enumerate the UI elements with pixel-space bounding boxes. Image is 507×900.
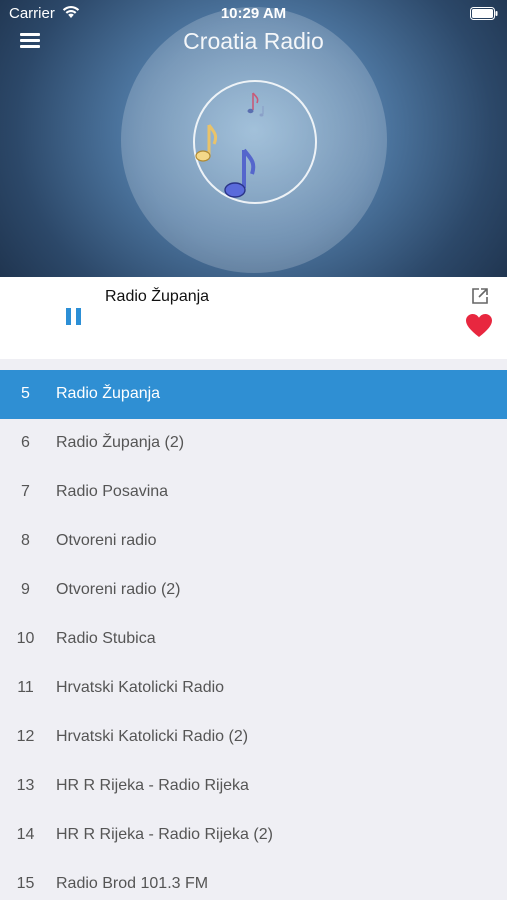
now-playing-panel: Radio Županja — [0, 277, 507, 359]
station-row[interactable]: 14 HR R Rijeka - Radio Rijeka (2) — [0, 811, 507, 860]
pause-button[interactable] — [63, 306, 85, 328]
music-note-icon — [195, 124, 218, 162]
station-row[interactable]: 9 Otvoreni radio (2) — [0, 566, 507, 615]
station-row[interactable]: 11 Hrvatski Katolicki Radio — [0, 664, 507, 713]
music-note-icon — [224, 148, 256, 198]
station-name: Hrvatski Katolicki Radio — [56, 679, 225, 696]
station-number: 11 — [17, 679, 34, 696]
station-number: 15 — [16, 875, 35, 892]
station-list: 5 Radio Županja 6 Radio Županja (2) 7 Radio P… — [0, 370, 507, 900]
app-title: Croatia Radio — [183, 28, 324, 54]
station-name: Otvoreni radio — [56, 532, 157, 549]
station-number: 5 — [21, 385, 30, 402]
share-icon[interactable] — [471, 287, 489, 305]
battery-icon — [470, 7, 498, 20]
app-screen: Carrier 10:29 AM Croatia Radio — [0, 0, 507, 900]
station-name: Radio Županja — [56, 385, 161, 402]
station-number: 9 — [21, 581, 30, 598]
station-row[interactable]: 13 HR R Rijeka - Radio Rijeka — [0, 762, 507, 811]
favorite-heart-icon[interactable] — [466, 314, 492, 338]
station-name: HR R Rijeka - Radio Rijeka — [56, 777, 249, 794]
station-number: 7 — [21, 483, 30, 500]
station-number: 8 — [21, 532, 30, 549]
station-number: 14 — [16, 826, 35, 843]
station-row[interactable]: 10 Radio Stubica — [0, 615, 507, 664]
station-name: Hrvatski Katolicki Radio (2) — [56, 728, 249, 745]
station-name: Radio Županja (2) — [56, 434, 185, 451]
station-row[interactable]: 15 Radio Brod 101.3 FM — [0, 860, 507, 900]
music-note-icon — [247, 92, 264, 117]
station-number: 6 — [21, 434, 30, 451]
station-name: Radio Brod 101.3 FM — [56, 875, 209, 892]
station-row[interactable]: 12 Hrvatski Katolicki Radio (2) — [0, 713, 507, 762]
station-name: HR R Rijeka - Radio Rijeka (2) — [56, 826, 273, 843]
now-playing-title: Radio Županja — [105, 288, 210, 305]
station-row[interactable]: 6 Radio Županja (2) — [0, 419, 507, 468]
station-name: Radio Posavina — [56, 483, 169, 500]
station-name: Radio Stubica — [56, 630, 156, 647]
station-row[interactable]: 7 Radio Posavina — [0, 468, 507, 517]
station-number: 10 — [16, 630, 35, 647]
station-row[interactable]: 5 Radio Županja — [0, 370, 507, 419]
station-number: 12 — [16, 728, 35, 745]
station-name: Otvoreni radio (2) — [56, 581, 181, 598]
station-number: 13 — [16, 777, 35, 794]
header-artwork: Carrier 10:29 AM Croatia Radio — [0, 0, 507, 277]
station-row[interactable]: 8 Otvoreni radio — [0, 517, 507, 566]
